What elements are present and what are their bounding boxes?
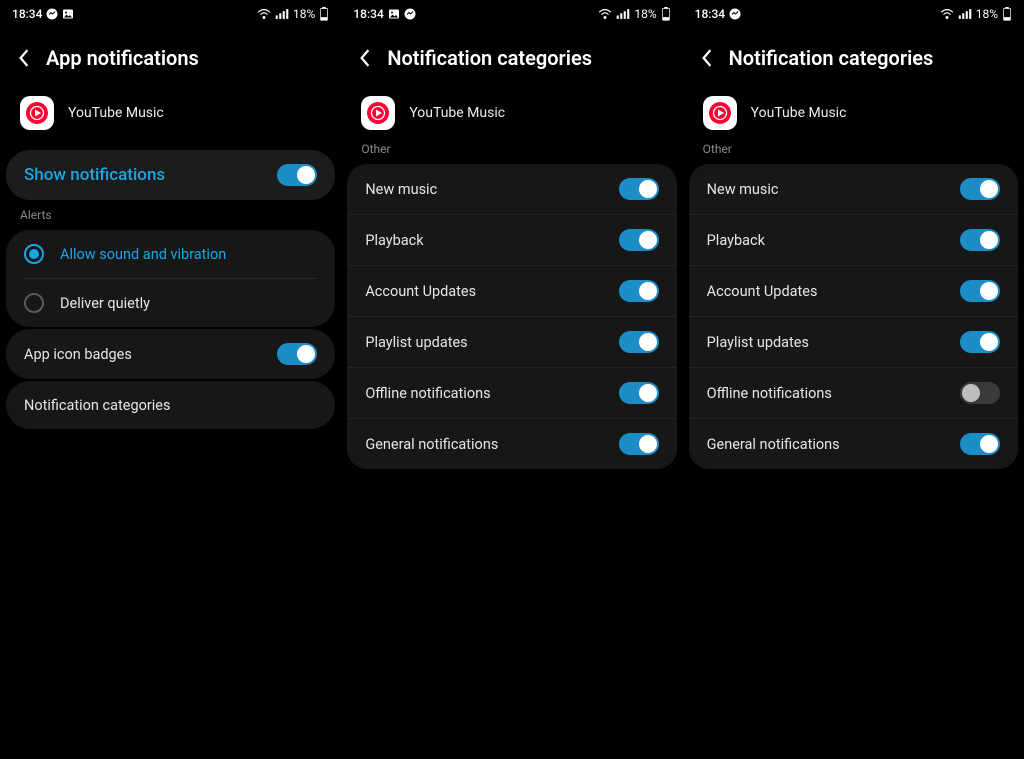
- youtube-music-icon: [703, 96, 737, 130]
- radio-allow-sound[interactable]: Allow sound and vibration: [6, 230, 335, 278]
- category-general-notifications[interactable]: General notifications: [689, 419, 1018, 469]
- app-icon-badges-switch[interactable]: [277, 343, 317, 365]
- app-name: YouTube Music: [409, 105, 505, 121]
- radio-label: Allow sound and vibration: [60, 246, 226, 263]
- category-label: Playlist updates: [707, 334, 809, 351]
- category-playback[interactable]: Playback: [347, 215, 676, 266]
- category-switch[interactable]: [619, 178, 659, 200]
- messenger-icon: [729, 8, 741, 20]
- category-switch[interactable]: [619, 331, 659, 353]
- status-bar: 18:34 18%: [0, 0, 341, 28]
- app-icon-badges-card: App icon badges: [6, 329, 335, 379]
- app-row: YouTube Music: [341, 84, 682, 138]
- category-account-updates[interactable]: Account Updates: [347, 266, 676, 317]
- app-icon-badges-row[interactable]: App icon badges: [6, 329, 335, 379]
- radio-icon: [24, 293, 44, 313]
- messenger-icon: [404, 8, 416, 20]
- battery-icon: [661, 7, 671, 21]
- category-label: General notifications: [365, 436, 498, 453]
- page-title: App notifications: [46, 46, 199, 70]
- battery-text: 18%: [293, 7, 315, 21]
- notification-categories-label: Notification categories: [24, 397, 170, 414]
- screen-categories-2: 18:34 18% Notification categories: [683, 0, 1024, 759]
- image-icon: [388, 8, 400, 20]
- app-icon-badges-label: App icon badges: [24, 346, 132, 363]
- category-switch[interactable]: [960, 331, 1000, 353]
- status-time: 18:34: [12, 7, 42, 21]
- back-button[interactable]: [16, 50, 32, 66]
- category-label: Offline notifications: [365, 385, 490, 402]
- signal-icon: [616, 8, 630, 20]
- page-title: Notification categories: [387, 46, 592, 70]
- battery-text: 18%: [976, 7, 998, 21]
- category-general-notifications[interactable]: General notifications: [347, 419, 676, 469]
- category-new-music[interactable]: New music: [347, 164, 676, 215]
- status-time: 18:34: [695, 7, 725, 21]
- category-label: Account Updates: [707, 283, 818, 300]
- category-offline-notifications[interactable]: Offline notifications: [689, 368, 1018, 419]
- alerts-header: Alerts: [0, 204, 341, 228]
- wifi-icon: [257, 8, 271, 20]
- app-name: YouTube Music: [751, 105, 847, 121]
- image-icon: [62, 8, 74, 20]
- alerts-card: Allow sound and vibration Deliver quietl…: [6, 230, 335, 327]
- category-switch[interactable]: [619, 280, 659, 302]
- youtube-music-icon: [20, 96, 54, 130]
- category-account-updates[interactable]: Account Updates: [689, 266, 1018, 317]
- category-switch[interactable]: [960, 382, 1000, 404]
- messenger-icon: [46, 8, 58, 20]
- back-button[interactable]: [357, 50, 373, 66]
- signal-icon: [275, 8, 289, 20]
- battery-icon: [1002, 7, 1012, 21]
- show-notifications-switch[interactable]: [277, 164, 317, 186]
- category-playback[interactable]: Playback: [689, 215, 1018, 266]
- youtube-music-icon: [361, 96, 395, 130]
- notification-categories-row[interactable]: Notification categories: [6, 381, 335, 429]
- other-header: Other: [683, 138, 1024, 162]
- category-label: Account Updates: [365, 283, 476, 300]
- category-label: General notifications: [707, 436, 840, 453]
- category-label: New music: [365, 181, 437, 198]
- category-label: Offline notifications: [707, 385, 832, 402]
- wifi-icon: [940, 8, 954, 20]
- category-switch[interactable]: [619, 229, 659, 251]
- screen-categories-1: 18:34 18% Notification categories: [341, 0, 682, 759]
- category-new-music[interactable]: New music: [689, 164, 1018, 215]
- show-notifications-card: Show notifications: [6, 150, 335, 200]
- category-switch[interactable]: [960, 280, 1000, 302]
- category-switch[interactable]: [619, 382, 659, 404]
- status-bar: 18:34 18%: [683, 0, 1024, 28]
- category-switch[interactable]: [960, 229, 1000, 251]
- category-playlist-updates[interactable]: Playlist updates: [689, 317, 1018, 368]
- radio-deliver-quietly[interactable]: Deliver quietly: [6, 279, 335, 327]
- show-notifications-label: Show notifications: [24, 165, 165, 185]
- category-label: Playback: [707, 232, 765, 249]
- page-title: Notification categories: [729, 46, 934, 70]
- screen-app-notifications: 18:34 18% App notifications: [0, 0, 341, 759]
- battery-text: 18%: [634, 7, 656, 21]
- category-label: Playlist updates: [365, 334, 467, 351]
- status-time: 18:34: [353, 7, 383, 21]
- category-label: New music: [707, 181, 779, 198]
- app-row: YouTube Music: [0, 84, 341, 146]
- back-button[interactable]: [699, 50, 715, 66]
- category-switch[interactable]: [960, 178, 1000, 200]
- category-label: Playback: [365, 232, 423, 249]
- app-name: YouTube Music: [68, 105, 164, 121]
- categories-list: New music Playback Account Updates Playl…: [689, 164, 1018, 469]
- category-offline-notifications[interactable]: Offline notifications: [347, 368, 676, 419]
- notification-categories-card: Notification categories: [6, 381, 335, 429]
- other-header: Other: [341, 138, 682, 162]
- categories-list: New music Playback Account Updates Playl…: [347, 164, 676, 469]
- category-switch[interactable]: [960, 433, 1000, 455]
- app-row: YouTube Music: [683, 84, 1024, 138]
- status-bar: 18:34 18%: [341, 0, 682, 28]
- radio-icon: [24, 244, 44, 264]
- battery-icon: [319, 7, 329, 21]
- signal-icon: [958, 8, 972, 20]
- category-switch[interactable]: [619, 433, 659, 455]
- wifi-icon: [598, 8, 612, 20]
- radio-label: Deliver quietly: [60, 295, 150, 312]
- category-playlist-updates[interactable]: Playlist updates: [347, 317, 676, 368]
